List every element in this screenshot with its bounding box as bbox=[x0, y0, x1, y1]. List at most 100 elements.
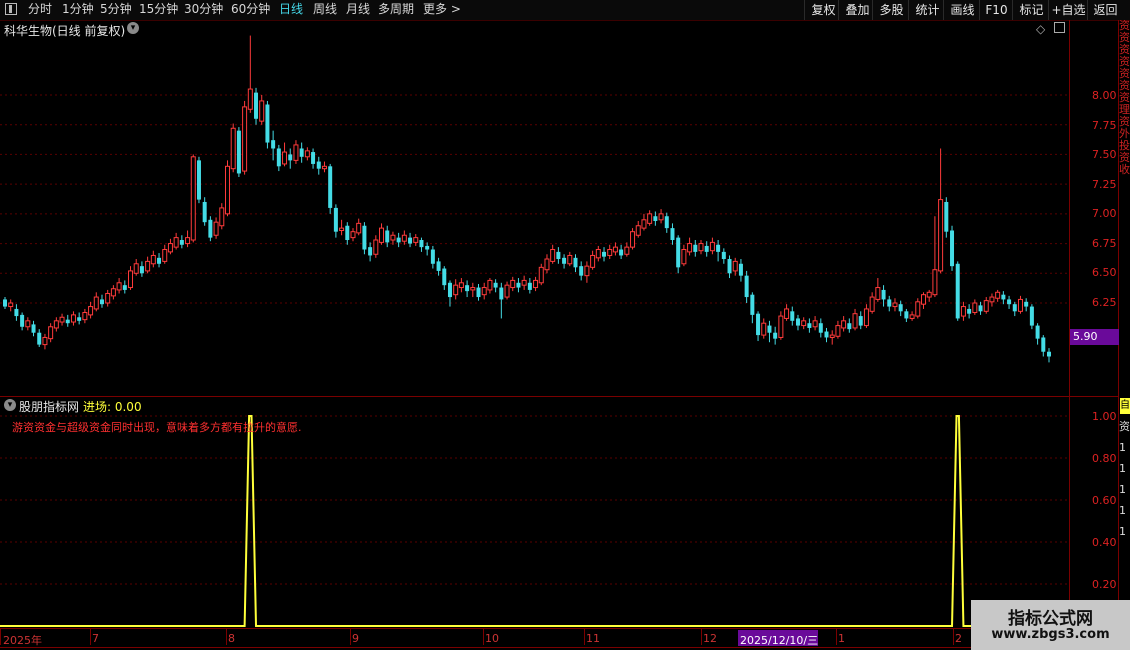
candle-body bbox=[401, 234, 407, 242]
candle-body bbox=[790, 311, 795, 321]
candle-body bbox=[288, 154, 293, 161]
candle-body bbox=[562, 257, 567, 264]
indicator-description: 游资资金与超级资金同时出现，意味着多方都有拉升的意愿. bbox=[12, 421, 302, 434]
candle-body bbox=[196, 160, 201, 200]
candle-body bbox=[128, 270, 134, 289]
y-tick-label: 7.25 bbox=[1092, 178, 1117, 191]
x-label: 1 bbox=[838, 632, 845, 645]
candle-body bbox=[1035, 325, 1040, 339]
candle-body bbox=[1001, 294, 1006, 300]
candle-body bbox=[88, 306, 94, 316]
candle-body bbox=[122, 285, 127, 290]
candle-body bbox=[362, 225, 367, 250]
candle-body bbox=[379, 227, 385, 243]
x-label: 10 bbox=[485, 632, 499, 645]
candle-body bbox=[647, 213, 653, 224]
candle-body bbox=[368, 247, 373, 256]
candle-body bbox=[185, 237, 191, 245]
candle-body bbox=[892, 302, 898, 308]
candle-body bbox=[658, 213, 664, 221]
x-label: 11 bbox=[586, 632, 600, 645]
candle-body bbox=[812, 320, 818, 328]
candle-body bbox=[579, 266, 584, 276]
candle-body bbox=[373, 239, 379, 255]
candle-body bbox=[442, 268, 447, 286]
candle-body bbox=[950, 230, 955, 267]
y-tick-label: 6.25 bbox=[1092, 296, 1117, 309]
x-label: 8 bbox=[228, 632, 235, 645]
candle-body bbox=[173, 237, 179, 248]
candle-body bbox=[584, 265, 590, 277]
y-tick-label: 6.50 bbox=[1092, 266, 1117, 279]
right-info-strip: 资资资资资资资理资外投资收 bbox=[1119, 20, 1130, 176]
current-price-label: 5.90 bbox=[1073, 330, 1098, 343]
x-label: 2 bbox=[955, 632, 962, 645]
candle-body bbox=[573, 257, 578, 268]
candle-body bbox=[42, 336, 48, 346]
candle-body bbox=[863, 308, 869, 327]
diamond-icon[interactable]: ◇ bbox=[1036, 22, 1045, 36]
candle-body bbox=[920, 294, 926, 305]
candle-body bbox=[670, 228, 675, 241]
candle-body bbox=[533, 279, 539, 289]
candle-body bbox=[145, 260, 151, 272]
candle-body bbox=[926, 291, 932, 298]
candle-body bbox=[8, 302, 14, 308]
candle-body bbox=[259, 100, 265, 122]
stock-title: 科华生物(日线 前复权) bbox=[4, 24, 126, 38]
candle-body bbox=[311, 152, 316, 164]
candle-body bbox=[247, 88, 253, 110]
title-dropdown-icon[interactable]: ▾ bbox=[127, 22, 139, 34]
candle-body bbox=[465, 285, 470, 292]
candle-body bbox=[139, 266, 144, 274]
candle-body bbox=[744, 275, 749, 298]
kline-chart[interactable] bbox=[0, 0, 1130, 650]
y-tick-label: 8.00 bbox=[1092, 89, 1117, 102]
candle-body bbox=[162, 249, 168, 262]
candle-body bbox=[333, 207, 338, 232]
candle-body bbox=[224, 165, 230, 215]
candle-body bbox=[14, 308, 19, 317]
candle-body bbox=[230, 127, 236, 170]
indicator-name[interactable]: 股朋指标网 bbox=[19, 398, 79, 415]
window-restore-icon[interactable] bbox=[1054, 22, 1065, 33]
indicator-dropdown-icon[interactable]: ▾ bbox=[4, 399, 16, 411]
candle-body bbox=[271, 140, 276, 149]
candle-body bbox=[219, 207, 225, 227]
candle-body bbox=[676, 237, 681, 268]
candle-body bbox=[824, 331, 829, 338]
candlestick-series bbox=[3, 35, 1051, 363]
watermark: 指标公式网 www.zbgs3.com bbox=[971, 600, 1130, 650]
candle-body bbox=[829, 334, 835, 338]
indicator-line bbox=[0, 415, 1069, 627]
y-tick-label: 7.50 bbox=[1092, 148, 1117, 161]
price-gridlines bbox=[0, 94, 1069, 304]
candle-body bbox=[869, 296, 875, 312]
y-tick-label: 7.00 bbox=[1092, 207, 1117, 220]
candle-body bbox=[504, 284, 510, 298]
ind-tick-label: 0.40 bbox=[1092, 536, 1117, 549]
candle-body bbox=[955, 263, 960, 319]
candle-body bbox=[641, 219, 647, 229]
candle-body bbox=[413, 237, 419, 243]
candle-body bbox=[887, 299, 892, 307]
candle-body bbox=[481, 287, 487, 296]
candle-body bbox=[1012, 304, 1017, 312]
candle-body bbox=[773, 332, 778, 339]
candle-body bbox=[321, 165, 327, 170]
candle-body bbox=[967, 308, 972, 314]
candle-body bbox=[521, 279, 527, 286]
candle-body bbox=[778, 315, 784, 338]
candle-body bbox=[664, 216, 669, 229]
candle-body bbox=[595, 249, 601, 259]
candle-body bbox=[385, 230, 390, 243]
candle-body bbox=[915, 301, 921, 317]
candle-body bbox=[345, 225, 350, 241]
candle-body bbox=[447, 282, 452, 298]
candle-body bbox=[693, 244, 698, 252]
candle-body bbox=[516, 282, 521, 288]
candle-body bbox=[37, 332, 42, 345]
candle-body bbox=[944, 201, 949, 232]
candle-body bbox=[425, 245, 430, 250]
candle-body bbox=[236, 130, 241, 174]
